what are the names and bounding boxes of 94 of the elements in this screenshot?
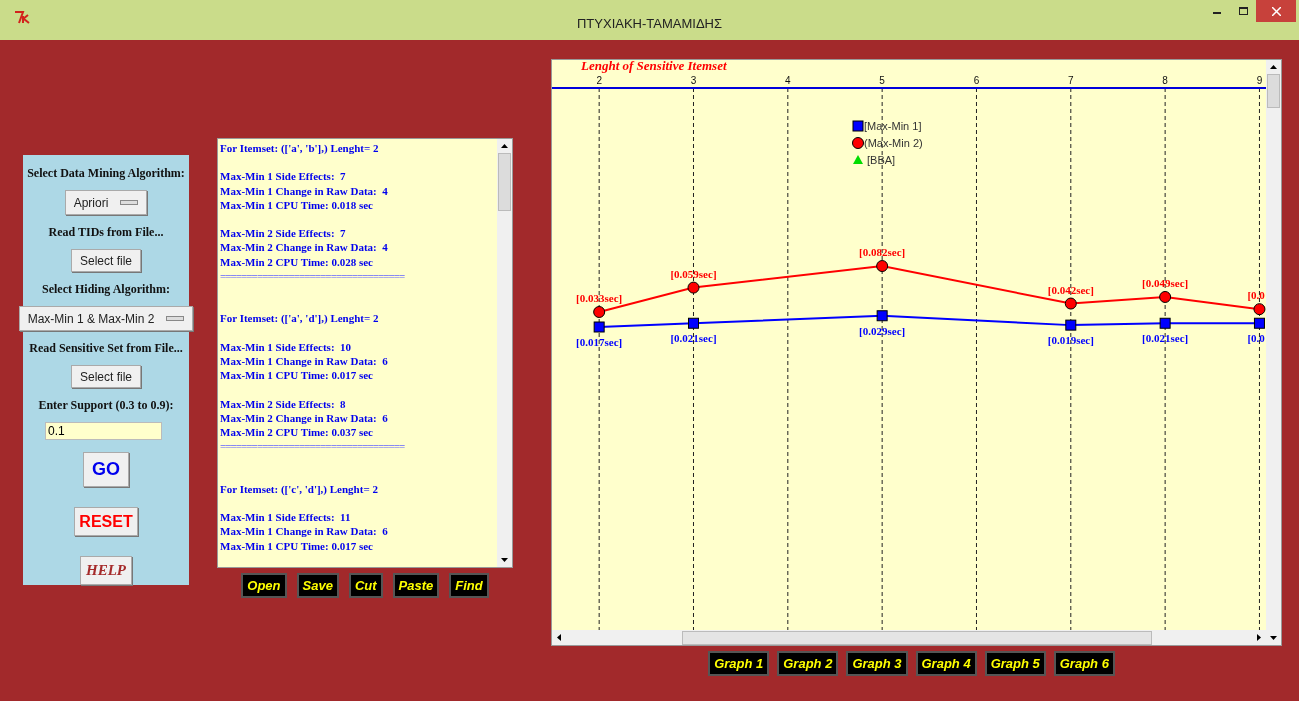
data-label: [0.042sec]	[1047, 283, 1094, 296]
legend-label: [Max-Min 1]	[864, 120, 922, 132]
separator-line: ===================================	[220, 439, 406, 454]
field-label: Read Sensitive Set from File...	[29, 340, 183, 358]
data-point	[1253, 317, 1265, 329]
graph-button[interactable]: Graph 2	[777, 651, 839, 676]
output-line: Max-Min 1 Side Effects: 7	[220, 169, 347, 184]
data-label: [0.0	[1247, 289, 1265, 302]
data-label: [0.033sec]	[576, 292, 623, 304]
support-field[interactable]: 0.1	[45, 422, 162, 441]
data-label: [0.0	[1247, 332, 1265, 345]
scroll-thumb[interactable]	[682, 630, 1152, 645]
data-point	[876, 310, 888, 322]
close-button[interactable]	[1256, 0, 1296, 22]
legend-label: (Max-Min 2)	[864, 137, 923, 149]
reset-button[interactable]: RESET	[74, 507, 138, 537]
data-label: [0.017sec]	[576, 336, 623, 348]
output-line: Max-Min 1 Side Effects: 10	[220, 339, 353, 354]
go-button[interactable]: GO	[83, 452, 129, 488]
data-label: [0.021sec]	[1142, 332, 1189, 345]
editor-button[interactable]: Cut	[348, 573, 383, 598]
field-label: Select Data Mining Algorithm:	[27, 165, 185, 182]
field-label: Read TIDs from File...	[48, 224, 164, 242]
data-point	[593, 321, 605, 333]
data-point	[1064, 297, 1077, 310]
data-point	[1159, 317, 1171, 329]
option-menu[interactable]: Max-Min 1 & Max-Min 2	[18, 306, 194, 332]
select-file-button[interactable]: Select file	[71, 249, 141, 273]
data-point	[876, 260, 889, 273]
x-tick-label: 5	[879, 75, 885, 86]
output-line: Max-Min 2 CPU Time: 0.028 sec	[220, 254, 374, 269]
select-file-button[interactable]: Select file	[71, 365, 141, 389]
vertical-scrollbar[interactable]	[1266, 60, 1281, 630]
legend-item: [BBA]	[853, 154, 896, 166]
output-line: Max-Min 1 CPU Time: 0.017 sec	[220, 538, 374, 553]
x-tick-label: 6	[973, 75, 980, 86]
x-tick-label: 9	[1256, 75, 1263, 86]
window-title: ΠΤΥΧΙΑΚΗ-ΤΑΜΑΜΙΔΗΣ	[575, 15, 723, 33]
data-point	[593, 306, 606, 318]
output-line: Max-Min 2 CPU Time: 0.037 sec	[220, 424, 374, 440]
x-tick-label: 8	[1162, 75, 1168, 86]
separator-line: ===================================	[220, 268, 406, 283]
tk-logo-icon	[14, 10, 30, 24]
data-point	[687, 281, 700, 294]
data-label: [0.029sec]	[859, 324, 906, 337]
output-line: Max-Min 1 Change in Raw Data: 4	[220, 183, 389, 198]
output-line: Max-Min 2 Change in Raw Data: 6	[220, 410, 389, 425]
field-label: Select Hiding Algorithm:	[42, 281, 170, 299]
output-line: For Itemset: (['a', 'd'],) Lenght= 2	[220, 311, 380, 326]
output-line: Max-Min 2 Side Effects: 7	[220, 226, 347, 241]
graph-button[interactable]: Graph 3	[846, 651, 908, 676]
editor-button[interactable]: Save	[296, 573, 339, 598]
legend-label: [BBA]	[867, 154, 896, 166]
vertical-scrollbar[interactable]	[497, 139, 512, 567]
output-line: Max-Min 2 Side Effects: 8	[220, 396, 347, 411]
data-point	[1253, 303, 1266, 316]
menu-indicator-icon	[120, 200, 139, 206]
graph-button[interactable]: Graph 6	[1053, 651, 1115, 676]
output-line: Max-Min 2 Change in Raw Data: 4	[220, 240, 389, 255]
field-label: Enter Support (0.3 to 0.9):	[38, 397, 174, 415]
close-icon	[1271, 6, 1281, 16]
data-point	[1159, 291, 1172, 303]
output-line: Max-Min 1 Change in Raw Data: 6	[220, 353, 389, 369]
menu-indicator-icon	[166, 316, 185, 322]
output-line: Max-Min 1 CPU Time: 0.018 sec	[220, 197, 374, 212]
data-point	[1065, 319, 1077, 331]
graph-button[interactable]: Graph 5	[984, 651, 1046, 676]
data-label: [0.082sec]	[859, 246, 906, 259]
output-line: For Itemset: (['a', 'b'],) Lenght= 2	[220, 141, 380, 156]
data-point	[688, 317, 699, 329]
option-menu[interactable]: Apriori	[64, 190, 148, 216]
data-label: [0.049sec]	[1142, 277, 1189, 289]
data-label: [0.019sec]	[1047, 334, 1094, 347]
chart-title: Lenght of Sensitive Itemset	[581, 60, 727, 73]
data-label: [0.021sec]	[670, 332, 717, 345]
scroll-thumb[interactable]	[1267, 74, 1280, 108]
output-line: Max-Min 1 Side Effects: 11	[220, 510, 352, 525]
x-tick-label: 2	[596, 75, 602, 86]
output-line: Max-Min 1 Change in Raw Data: 6	[220, 524, 389, 539]
legend-item: [Max-Min 1]	[852, 120, 922, 132]
editor-button[interactable]: Open	[241, 573, 287, 598]
legend-item: (Max-Min 2)	[852, 137, 923, 149]
editor-button[interactable]: Paste	[392, 573, 440, 598]
scroll-thumb[interactable]	[498, 153, 511, 211]
output-line: Max-Min 1 CPU Time: 0.017 sec	[220, 368, 374, 383]
graph-button[interactable]: Graph 1	[708, 651, 770, 676]
editor-button[interactable]: Find	[449, 573, 489, 598]
x-tick-label: 4	[785, 75, 791, 86]
output-line: For Itemset: (['c', 'd'],) Lenght= 2	[220, 481, 379, 496]
x-tick-label: 7	[1068, 75, 1074, 86]
x-tick-label: 3	[690, 75, 697, 86]
data-label: [0.059sec]	[670, 267, 717, 280]
help-button[interactable]: HELP	[80, 556, 132, 585]
graph-button[interactable]: Graph 4	[915, 651, 977, 676]
